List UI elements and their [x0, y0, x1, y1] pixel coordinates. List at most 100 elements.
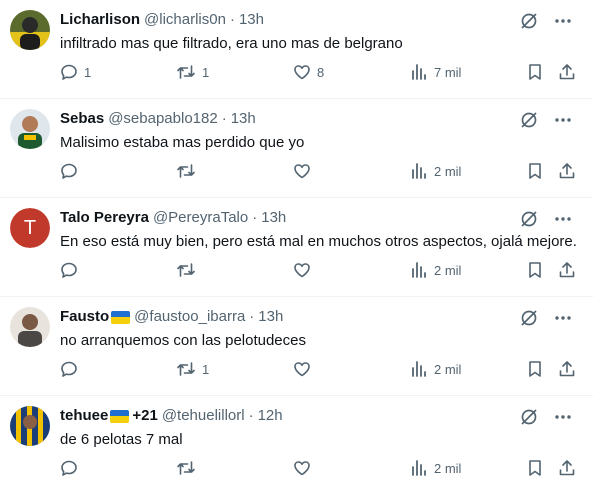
retweet-button[interactable] [176, 162, 202, 180]
avatar[interactable] [10, 307, 50, 347]
tweet-header: Talo Pereyra @PereyraTalo · 13h [60, 209, 286, 227]
grok-icon[interactable] [519, 407, 539, 427]
like-button[interactable] [293, 162, 317, 180]
tweet-text: no arranquemos con las pelotudeces [60, 332, 306, 349]
author-name[interactable]: Fausto [60, 308, 109, 326]
views-count: 2 mil [434, 163, 462, 179]
retweet-count: 1 [202, 64, 210, 80]
tweet-item[interactable]: Sebas @sebapablo182 · 13h Malisimo estab… [0, 99, 593, 198]
reply-count: 1 [84, 64, 92, 80]
more-icon[interactable] [553, 11, 573, 31]
tweet-item[interactable]: tehuee +21 @tehuelillorl · 12h de 6 pelo… [0, 396, 593, 483]
ukraine-flag-icon [110, 409, 130, 423]
author-handle[interactable]: @faustoo_ibarra [134, 308, 245, 326]
tweet-time[interactable]: 12h [258, 407, 283, 425]
like-button[interactable] [293, 261, 317, 279]
bookmark-button[interactable] [526, 261, 544, 279]
avatar[interactable] [10, 406, 50, 446]
retweet-button[interactable] [176, 459, 202, 477]
views-count: 2 mil [434, 460, 462, 476]
like-icon [294, 263, 310, 278]
share-button[interactable] [558, 63, 576, 81]
share-icon [559, 163, 575, 179]
views-count: 2 mil [434, 361, 462, 377]
tweet-header: Sebas @sebapablo182 · 13h [60, 110, 256, 128]
retweet-button[interactable]: 1 [176, 63, 209, 81]
tweet-item[interactable]: Licharlison @licharlis0n · 13h infiltrad… [0, 0, 593, 99]
tweet-header: Fausto @faustoo_ibarra · 13h [60, 308, 283, 326]
more-icon[interactable] [553, 209, 573, 229]
reply-button[interactable] [60, 162, 84, 180]
tweet-top-actions [519, 110, 573, 130]
separator-dot: · [252, 209, 258, 226]
tweet-item[interactable]: Fausto @faustoo_ibarra · 13h no arranque… [0, 297, 593, 396]
bookmark-icon [529, 64, 541, 80]
tweet-time[interactable]: 13h [261, 209, 286, 227]
share-button[interactable] [558, 360, 576, 378]
reply-button[interactable] [60, 261, 84, 279]
retweet-button[interactable] [176, 261, 202, 279]
tweet-text: Malisimo estaba mas perdido que yo [60, 134, 305, 151]
avatar[interactable] [10, 10, 50, 50]
grok-icon[interactable] [519, 110, 539, 130]
reply-icon [61, 64, 77, 80]
author-name[interactable]: Licharlison [60, 11, 140, 29]
more-icon[interactable] [553, 407, 573, 427]
views-icon [412, 64, 426, 80]
views-icon [412, 460, 426, 476]
like-button[interactable] [293, 360, 317, 378]
bookmark-icon [529, 262, 541, 278]
share-button[interactable] [558, 261, 576, 279]
views-button[interactable]: 2 mil [410, 162, 461, 180]
more-icon[interactable] [553, 110, 573, 130]
retweet-icon [177, 164, 195, 178]
avatar[interactable] [10, 109, 50, 149]
share-button[interactable] [558, 459, 576, 477]
bookmark-icon [529, 460, 541, 476]
bookmark-button[interactable] [526, 162, 544, 180]
reply-icon [61, 460, 77, 476]
reply-button[interactable] [60, 459, 84, 477]
grok-icon[interactable] [519, 209, 539, 229]
author-handle[interactable]: @licharlis0n [144, 11, 226, 29]
retweet-icon [177, 362, 195, 376]
grok-icon[interactable] [519, 308, 539, 328]
tweet-time[interactable]: 13h [231, 110, 256, 128]
reply-button[interactable] [60, 360, 84, 378]
like-icon [294, 65, 310, 80]
views-button[interactable]: 2 mil [410, 360, 461, 378]
author-name[interactable]: Talo Pereyra [60, 209, 149, 227]
tweet-text: de 6 pelotas 7 mal [60, 431, 183, 448]
tweet-item[interactable]: T Talo Pereyra @PereyraTalo · 13h En eso… [0, 198, 593, 297]
author-name[interactable]: Sebas [60, 110, 104, 128]
views-button[interactable]: 7 mil [410, 63, 461, 81]
tweet-actions: 2 mil [60, 261, 593, 281]
avatar-letter: T [10, 208, 50, 248]
views-button[interactable]: 2 mil [410, 261, 461, 279]
author-handle[interactable]: @sebapablo182 [108, 110, 217, 128]
tweet-time[interactable]: 13h [239, 11, 264, 29]
like-count: 8 [317, 64, 325, 80]
author-name-suffix: +21 [132, 407, 158, 424]
avatar[interactable]: T [10, 208, 50, 248]
like-button[interactable]: 8 [293, 63, 324, 81]
retweet-button[interactable]: 1 [176, 360, 209, 378]
views-button[interactable]: 2 mil [410, 459, 461, 477]
bookmark-button[interactable] [526, 63, 544, 81]
author-handle[interactable]: @PereyraTalo [153, 209, 248, 227]
like-button[interactable] [293, 459, 317, 477]
tweet-text: En eso está muy bien, pero está mal en m… [60, 233, 577, 250]
views-icon [412, 163, 426, 179]
share-button[interactable] [558, 162, 576, 180]
bookmark-button[interactable] [526, 459, 544, 477]
separator-dot: · [249, 308, 255, 325]
tweet-time[interactable]: 13h [258, 308, 283, 326]
separator-dot: · [229, 11, 235, 28]
more-icon[interactable] [553, 308, 573, 328]
author-handle[interactable]: @tehuelillorl [162, 407, 245, 425]
reply-button[interactable]: 1 [60, 63, 91, 81]
tweet-actions: 2 mil [60, 459, 593, 479]
author-name[interactable]: tehuee [60, 407, 108, 425]
grok-icon[interactable] [519, 11, 539, 31]
bookmark-button[interactable] [526, 360, 544, 378]
